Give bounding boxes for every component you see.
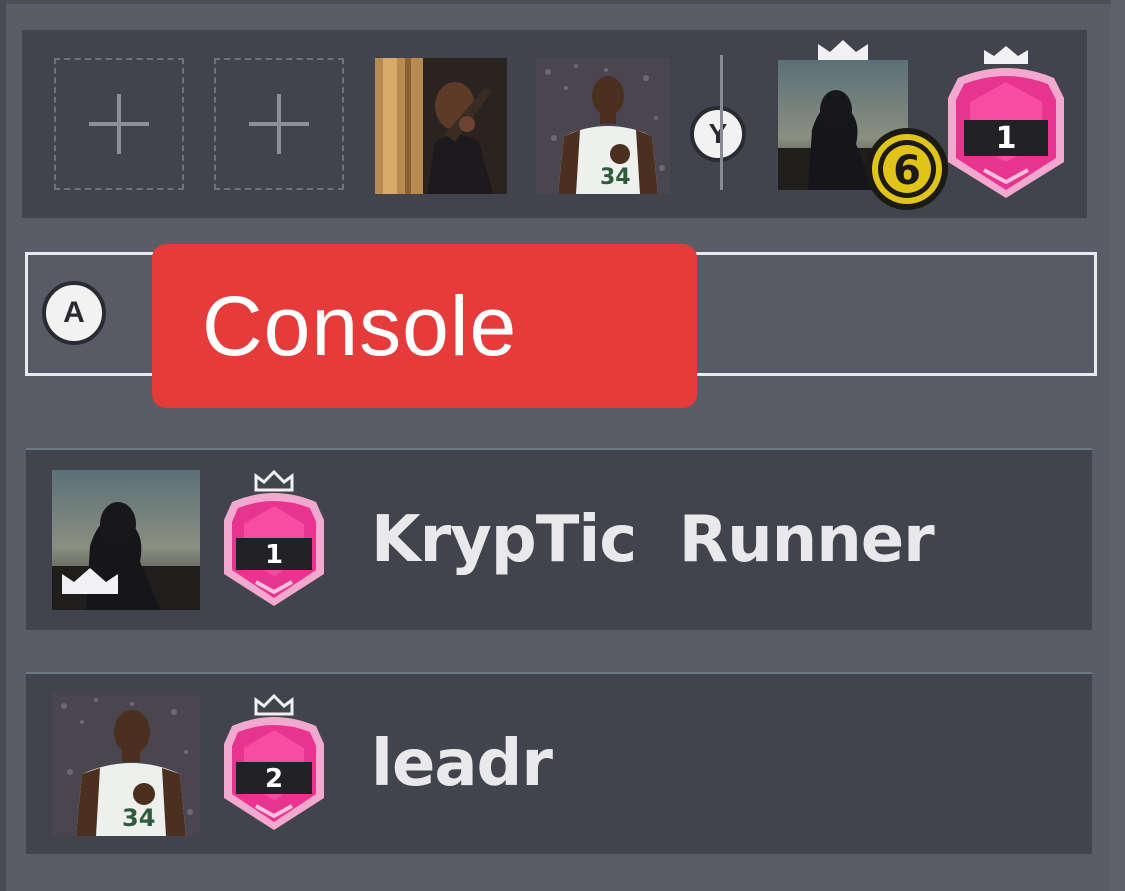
squad-member-avatar[interactable]: 34 bbox=[536, 58, 670, 194]
y-button-icon[interactable]: Y bbox=[690, 106, 746, 162]
six-siege-label: 6 bbox=[893, 148, 921, 194]
player-avatar: 34 bbox=[52, 692, 200, 836]
y-button-label: Y bbox=[708, 118, 728, 149]
player-row[interactable]: 1 KrypTic Runner bbox=[26, 448, 1092, 630]
plus-icon bbox=[249, 94, 309, 154]
invite-slot-button[interactable] bbox=[214, 58, 344, 190]
frame-edge bbox=[1111, 0, 1125, 891]
a-button-label: A bbox=[63, 296, 85, 329]
player-rank-number: 1 bbox=[265, 540, 283, 570]
svg-text:34: 34 bbox=[122, 804, 155, 832]
console-label-tag[interactable]: Console bbox=[152, 244, 697, 408]
a-button-icon[interactable]: A bbox=[42, 281, 106, 345]
player-name: KrypTic Runner bbox=[371, 503, 935, 577]
console-label: Console bbox=[202, 278, 518, 373]
frame-edge bbox=[0, 0, 1125, 4]
leader-rank-badge: 1 bbox=[948, 46, 1064, 198]
player-avatar bbox=[52, 470, 200, 610]
plus-icon bbox=[89, 94, 149, 154]
player-rank-number: 2 bbox=[265, 764, 283, 794]
six-siege-icon: 6 bbox=[866, 128, 948, 210]
leader-rank-number: 1 bbox=[996, 121, 1017, 156]
player-rank-badge: 2 bbox=[224, 694, 324, 830]
player-rank-badge: 1 bbox=[224, 470, 324, 606]
squad-divider bbox=[720, 55, 723, 190]
frame-edge bbox=[0, 0, 6, 891]
squad-member-avatar[interactable] bbox=[375, 58, 507, 194]
player-row[interactable]: 34 2 leadr bbox=[26, 672, 1092, 854]
svg-text:34: 34 bbox=[600, 165, 631, 190]
invite-slot-button[interactable] bbox=[54, 58, 184, 190]
player-name: leadr bbox=[371, 727, 553, 801]
